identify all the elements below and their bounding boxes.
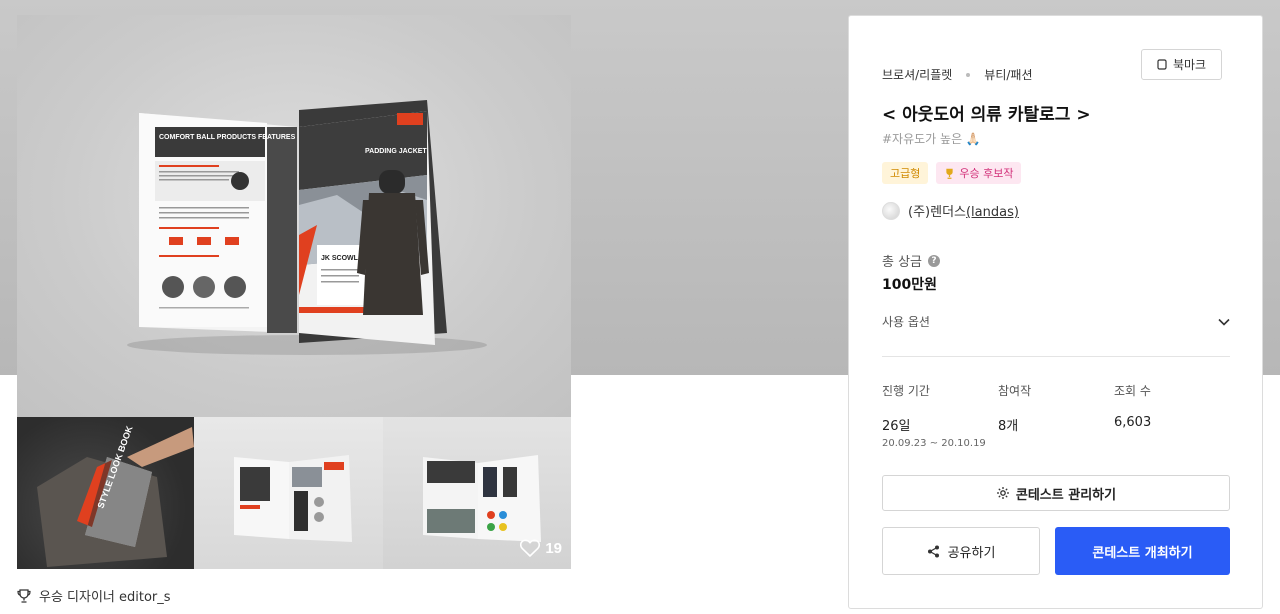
catalog-spread-image [234, 455, 352, 542]
usage-label: 사용 옵션 [882, 315, 930, 329]
bookmark-label: 북마크 [1172, 58, 1207, 72]
company-logo [882, 201, 900, 220]
award-badge: 우승 후보작 [936, 162, 1022, 184]
stat-views: 조회 수 6,603 [1114, 382, 1230, 449]
contest-title: < 아웃도어 의류 카탈로그 > [882, 105, 1091, 125]
stat-label: 참여작 [998, 384, 1032, 398]
help-icon[interactable]: ? [928, 254, 941, 267]
share-label: 공유하기 [947, 545, 996, 561]
stat-label: 진행 기간 [882, 384, 930, 398]
manage-label: 콘테스트 관리하기 [1015, 487, 1117, 503]
gear-icon [996, 487, 1009, 499]
stat-date-range: 20.09.23 ~ 20.10.19 [882, 438, 986, 449]
winner-designer: 우승 디자이너 editor_s [17, 586, 171, 605]
host-label: 콘테스트 개최하기 [1092, 545, 1193, 561]
prize-label-text: 총 상금 [882, 255, 923, 270]
company-name: (주)렌더스 [908, 205, 966, 220]
thumbnail-strip: STYLE LOOK BOOK [17, 417, 571, 569]
main-image[interactable]: COMFORT BALL PRODUCTS FEATURES PADDING J… [17, 15, 571, 417]
bookmark-icon [1157, 59, 1167, 70]
usage-options-toggle[interactable]: 사용 옵션 [882, 313, 1230, 330]
divider [882, 356, 1230, 357]
right-page-heading: PADDING JACKET [365, 148, 427, 155]
chevron-down-icon [1218, 318, 1230, 326]
thumbnail-1[interactable]: STYLE LOOK BOOK [17, 417, 194, 569]
stat-value: 8개 [998, 419, 1019, 434]
separator-dot [966, 72, 971, 77]
host-company: (주)렌더스(landas) [882, 201, 1019, 220]
trophy-icon [946, 168, 954, 179]
image-gallery: COMFORT BALL PRODUCTS FEATURES PADDING J… [17, 15, 571, 569]
heart-icon [520, 539, 541, 557]
badge-group: 고급형 우승 후보작 [882, 162, 1022, 184]
like-count: 19 [545, 539, 562, 557]
like-button[interactable]: 19 [520, 539, 562, 557]
contest-subtitle: #자유도가 높은 🙏🏻 [882, 132, 981, 146]
thumbnail-2[interactable] [194, 417, 383, 569]
trophy-icon [17, 588, 31, 603]
stat-value: 26일 [882, 419, 911, 434]
product-name: JK SCOWL [321, 255, 359, 262]
manage-contest-button[interactable]: 콘테스트 관리하기 [882, 475, 1230, 511]
prize-value: 100만원 [882, 277, 937, 293]
company-link[interactable]: (landas) [966, 205, 1019, 220]
premium-badge: 고급형 [882, 162, 929, 184]
contest-stats: 진행 기간 26일 20.09.23 ~ 20.10.19 참여작 8개 조회 … [882, 382, 1230, 449]
catalog-mockup-image: COMFORT BALL PRODUCTS FEATURES PADDING J… [127, 100, 487, 355]
stat-label: 조회 수 [1114, 384, 1151, 398]
prize-label: 총 상금 ? [882, 251, 941, 270]
designer-label: 우승 디자이너 editor_s [39, 590, 171, 605]
category-breadcrumb: 브로셔/리플렛 뷰티/패션 [882, 66, 1033, 83]
stat-duration: 진행 기간 26일 20.09.23 ~ 20.10.19 [882, 382, 998, 449]
category-secondary[interactable]: 뷰티/패션 [984, 66, 1032, 83]
stat-value: 6,603 [1114, 415, 1152, 430]
share-button[interactable]: 공유하기 [882, 527, 1040, 575]
host-contest-button[interactable]: 콘테스트 개최하기 [1055, 527, 1230, 575]
bookmark-button[interactable]: 북마크 [1141, 49, 1222, 80]
share-icon [927, 545, 939, 557]
category-primary[interactable]: 브로셔/리플렛 [882, 66, 952, 83]
lookbook-image: STYLE LOOK BOOK [37, 424, 194, 567]
award-badge-label: 우승 후보작 [959, 167, 1014, 180]
left-page-heading: COMFORT BALL PRODUCTS FEATURES [159, 134, 296, 141]
stat-entries: 참여작 8개 [998, 382, 1114, 449]
contest-info-panel: 브로셔/리플렛 뷰티/패션 북마크 < 아웃도어 의류 카탈로그 > #자유도가… [848, 15, 1263, 609]
